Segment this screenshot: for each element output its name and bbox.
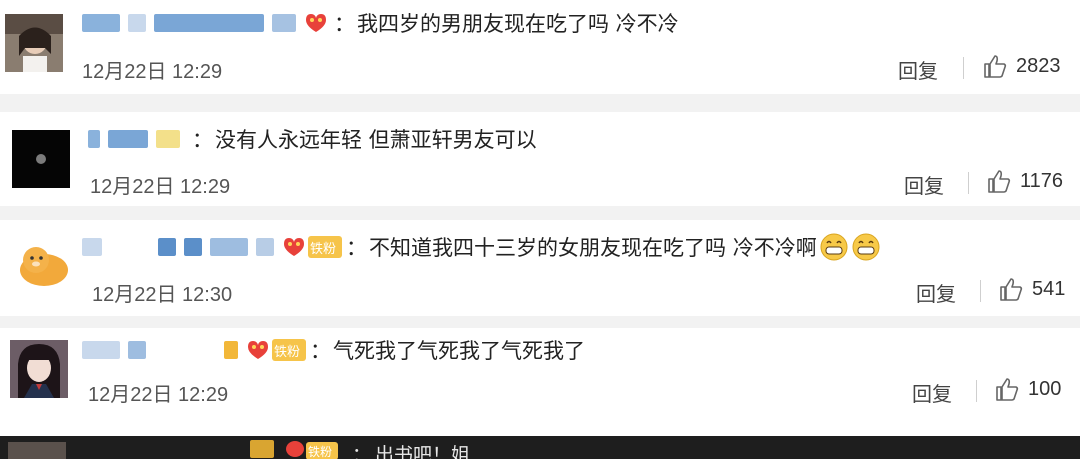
grin-emoji-icon [819, 232, 849, 262]
thumbs-up-icon [984, 55, 1007, 78]
vip-crown-icon[interactable] [246, 339, 270, 361]
username[interactable] [210, 238, 248, 256]
reply-button[interactable]: 回复 [912, 378, 952, 407]
colon: ： [310, 339, 332, 363]
vip-crown-icon[interactable] [304, 12, 328, 34]
like-button[interactable]: 2823 [982, 53, 1061, 79]
separator [0, 316, 1080, 328]
colon: ： [334, 12, 355, 36]
like-count: 100 [1028, 377, 1062, 400]
vip-crown-icon[interactable] [286, 441, 304, 457]
comment-item: 铁粉 ： 不知道我四十三岁的女朋友现在吃了吗 冷不冷啊 12月22日 12:30… [0, 220, 1080, 316]
timestamp: 12月22日 12:30 [92, 284, 233, 306]
divider [976, 380, 977, 402]
comment-header: 铁粉 ： 不知道我四十三岁的女朋友现在吃了吗 冷不冷啊 [82, 232, 881, 262]
timestamp: 12月22日 12:29 [82, 61, 223, 83]
comment-item-dark: 铁粉 ： 出书吧！姐 [0, 436, 1080, 459]
username[interactable] [154, 14, 264, 32]
comment-text: 不知道我四十三岁的女朋友现在吃了吗 冷不冷啊 [369, 236, 817, 260]
comment-item: ： 没有人永远年轻 但萧亚轩男友可以 12月22日 12:29 回复 1176 [0, 112, 1080, 206]
divider [963, 57, 964, 79]
fan-badge[interactable]: 铁粉 [272, 339, 307, 361]
like-count: 2823 [1016, 54, 1061, 77]
colon: ： [346, 236, 368, 260]
username[interactable] [128, 14, 146, 32]
like-button[interactable]: 100 [994, 376, 1061, 402]
comment-text: 出书吧！姐 [375, 444, 471, 459]
username[interactable] [82, 14, 120, 32]
comment-header: ： 我四岁的男朋友现在吃了吗 冷不冷 [82, 8, 679, 38]
divider [980, 280, 981, 302]
fan-badge[interactable]: 铁粉 [306, 442, 339, 459]
username[interactable] [272, 14, 296, 32]
avatar[interactable] [14, 236, 72, 294]
comment-text: 没有人永远年轻 但萧亚轩男友可以 [215, 128, 537, 152]
vip-crown-icon[interactable] [282, 236, 306, 258]
thumbs-up-icon [1000, 278, 1023, 301]
like-count: 1176 [1020, 169, 1064, 192]
username[interactable] [82, 341, 120, 359]
comment-text: 我四岁的男朋友现在吃了吗 冷不冷 [357, 12, 679, 36]
username[interactable] [156, 130, 180, 148]
username[interactable] [82, 238, 102, 256]
username[interactable] [158, 238, 176, 256]
username[interactable] [250, 440, 274, 458]
reply-button[interactable]: 回复 [904, 170, 944, 199]
avatar[interactable] [12, 130, 70, 188]
comment-text: 气死我了气死我了气死我了 [333, 339, 586, 363]
username[interactable] [88, 130, 100, 148]
username[interactable] [256, 238, 274, 256]
colon: ： [352, 444, 372, 459]
grin-emoji-icon [851, 232, 881, 262]
username[interactable] [224, 341, 238, 359]
username[interactable] [128, 341, 146, 359]
divider [968, 172, 969, 194]
comment-header: ： 没有人永远年轻 但萧亚轩男友可以 [88, 124, 537, 154]
thumbs-up-icon [996, 378, 1019, 401]
comment-header: 铁粉 ： 气死我了气死我了气死我了 [82, 335, 585, 365]
comment-item: 铁粉 ： 气死我了气死我了气死我了 12月22日 12:29 回复 100 [0, 328, 1080, 436]
like-button[interactable]: 1176 [986, 168, 1063, 194]
comment-item: ： 我四岁的男朋友现在吃了吗 冷不冷 12月22日 12:29 回复 2823 [0, 0, 1080, 94]
timestamp: 12月22日 12:29 [88, 384, 229, 406]
thumbs-up-icon [988, 170, 1011, 193]
like-count: 541 [1032, 277, 1066, 300]
avatar[interactable] [8, 442, 66, 459]
fan-badge[interactable]: 铁粉 [308, 236, 343, 258]
username[interactable] [184, 238, 202, 256]
like-button[interactable]: 541 [998, 276, 1065, 302]
separator [0, 206, 1080, 220]
avatar[interactable] [10, 340, 68, 398]
colon: ： [192, 128, 213, 152]
reply-button[interactable]: 回复 [898, 55, 938, 84]
username[interactable] [108, 130, 148, 148]
separator [0, 94, 1080, 112]
timestamp: 12月22日 12:29 [90, 176, 231, 198]
avatar[interactable] [5, 14, 63, 72]
reply-button[interactable]: 回复 [916, 278, 956, 307]
